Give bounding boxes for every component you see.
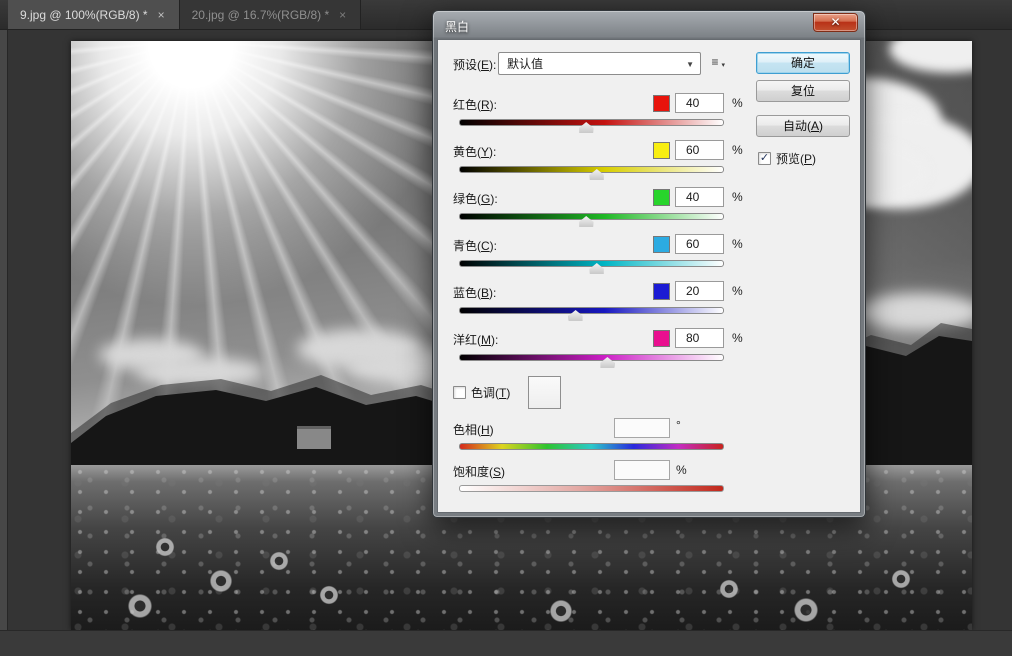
status-bar — [0, 630, 1012, 656]
red-value-input[interactable]: 40 — [675, 93, 724, 113]
green-swatch — [653, 189, 670, 206]
saturation-gradient-bar[interactable] — [459, 485, 724, 492]
hue-gradient-bar[interactable] — [459, 443, 724, 450]
tab-document-2[interactable]: 20.jpg @ 16.7%(RGB/8) * × — [180, 0, 362, 29]
green-value-input[interactable]: 40 — [675, 187, 724, 207]
sunflower — [319, 585, 339, 605]
magenta-label: 洋红(M): — [453, 331, 498, 348]
distant-building — [297, 429, 331, 449]
yellow-slider[interactable] — [459, 166, 724, 182]
preview-label: 预览(P) — [776, 150, 816, 167]
tab-close-icon[interactable]: × — [156, 8, 167, 22]
black-white-dialog: 黑白 ✕ 预设(E): 默认值 ▼ ≡ ▾ 确定 复位 自动(A) ✓ 预览(P… — [432, 10, 866, 518]
preset-value: 默认值 — [507, 55, 543, 72]
tint-checkbox-row[interactable]: 色调(T) — [453, 384, 510, 401]
tab-label: 20.jpg @ 16.7%(RGB/8) * — [192, 8, 330, 22]
sunflower — [209, 569, 233, 593]
tint-label: 色调(T) — [471, 384, 510, 401]
sunflower — [269, 551, 289, 571]
blue-slider[interactable] — [459, 307, 724, 323]
tools-panel-edge — [0, 30, 8, 630]
preset-label: 预设(E): — [453, 56, 496, 73]
chevron-down-icon: ▼ — [686, 60, 694, 69]
dialog-content: 预设(E): 默认值 ▼ ≡ ▾ 确定 复位 自动(A) ✓ 预览(P) 红色(… — [437, 39, 861, 513]
yellow-swatch — [653, 142, 670, 159]
red-slider[interactable] — [459, 119, 724, 135]
dialog-titlebar[interactable]: 黑白 ✕ — [433, 11, 865, 39]
blue-label: 蓝色(B): — [453, 284, 496, 301]
dialog-title: 黑白 — [445, 18, 469, 35]
cyan-value-input[interactable]: 60 — [675, 234, 724, 254]
sunflower — [891, 569, 911, 589]
magenta-value-input[interactable]: 80 — [675, 328, 724, 348]
cyan-label: 青色(C): — [453, 237, 497, 254]
hue-label: 色相(H) — [453, 421, 494, 438]
red-slider-track[interactable] — [459, 119, 724, 126]
red-unit: % — [732, 96, 743, 110]
magenta-unit: % — [732, 331, 743, 345]
tab-close-icon[interactable]: × — [337, 8, 348, 22]
magenta-swatch — [653, 330, 670, 347]
close-icon[interactable]: ✕ — [813, 13, 858, 32]
preset-options-arrow: ▾ — [721, 59, 725, 73]
red-label: 红色(R): — [453, 96, 497, 113]
cyan-unit: % — [732, 237, 743, 251]
blue-unit: % — [732, 284, 743, 298]
sunflower — [719, 579, 739, 599]
sunflower — [155, 537, 175, 557]
sunflower — [549, 599, 573, 623]
blue-swatch — [653, 283, 670, 300]
reset-button[interactable]: 复位 — [756, 80, 850, 102]
green-unit: % — [732, 190, 743, 204]
yellow-slider-track[interactable] — [459, 166, 724, 173]
ok-button[interactable]: 确定 — [756, 52, 850, 74]
yellow-unit: % — [732, 143, 743, 157]
auto-button[interactable]: 自动(A) — [756, 115, 850, 137]
blue-value-input[interactable]: 20 — [675, 281, 724, 301]
saturation-value-input[interactable] — [614, 460, 670, 480]
magenta-slider-track[interactable] — [459, 354, 724, 361]
cyan-swatch — [653, 236, 670, 253]
green-label: 绿色(G): — [453, 190, 498, 207]
tab-document-1[interactable]: 9.jpg @ 100%(RGB/8) * × — [8, 0, 180, 29]
tab-label: 9.jpg @ 100%(RGB/8) * — [20, 8, 148, 22]
hue-value-input[interactable] — [614, 418, 670, 438]
sunflower — [793, 597, 819, 623]
tint-color-swatch[interactable] — [528, 376, 561, 409]
saturation-label: 饱和度(S) — [453, 463, 505, 480]
green-slider-track[interactable] — [459, 213, 724, 220]
saturation-unit: % — [676, 463, 687, 477]
green-slider[interactable] — [459, 213, 724, 229]
hue-unit: ° — [676, 418, 681, 432]
tint-checkbox[interactable] — [453, 386, 466, 399]
red-swatch — [653, 95, 670, 112]
magenta-slider[interactable] — [459, 354, 724, 370]
preset-options-icon[interactable]: ≡ ▾ — [706, 55, 724, 71]
cyan-slider[interactable] — [459, 260, 724, 276]
blue-slider-track[interactable] — [459, 307, 724, 314]
preview-checkbox[interactable]: ✓ — [758, 152, 771, 165]
yellow-label: 黄色(Y): — [453, 143, 496, 160]
preview-checkbox-row[interactable]: ✓ 预览(P) — [758, 150, 816, 167]
preset-dropdown[interactable]: 默认值 ▼ — [498, 52, 701, 75]
sunflower — [127, 593, 153, 619]
cyan-slider-track[interactable] — [459, 260, 724, 267]
yellow-value-input[interactable]: 60 — [675, 140, 724, 160]
